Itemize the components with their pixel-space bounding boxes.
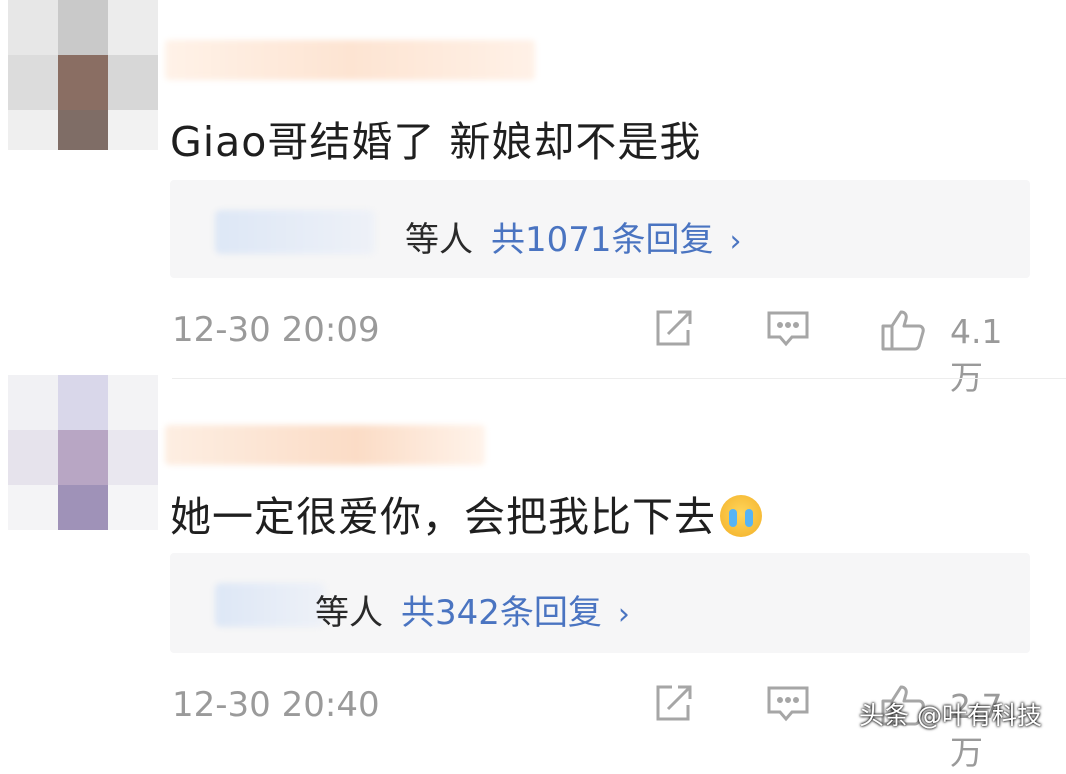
replies-preview[interactable]: 等人 共1071条回复 › xyxy=(170,180,1030,278)
reply-users-blurred xyxy=(215,210,375,254)
avatar[interactable] xyxy=(8,0,158,150)
username-blurred[interactable] xyxy=(165,425,485,465)
avatar[interactable] xyxy=(8,375,158,530)
thumbs-up-icon[interactable] xyxy=(880,308,928,352)
timestamp: 12-30 20:09 xyxy=(172,310,380,350)
share-icon[interactable] xyxy=(652,308,694,350)
comment-footer: 12-30 20:09 4.1万 xyxy=(172,300,1030,397)
comment-icon[interactable] xyxy=(766,683,810,725)
reply-users-suffix: 等人 xyxy=(405,220,473,260)
chevron-right-icon: › xyxy=(617,597,630,632)
reply-summary[interactable]: 等人 共1071条回复 › xyxy=(405,212,742,261)
reply-count-link[interactable]: 共342条回复 xyxy=(401,593,602,633)
comment-text-body: 她一定很爱你，会把我比下去 xyxy=(170,493,716,541)
reply-users-suffix: 等人 xyxy=(315,593,383,633)
timestamp: 12-30 20:40 xyxy=(172,685,380,725)
comment-text: Giao哥结婚了 新娘却不是我 xyxy=(170,118,702,166)
comment-icon[interactable] xyxy=(766,308,810,350)
chevron-right-icon: › xyxy=(729,224,742,259)
reply-summary[interactable]: 等人 共342条回复 › xyxy=(315,585,630,634)
username-blurred[interactable] xyxy=(165,40,535,80)
replies-preview[interactable]: 等人 共342条回复 › xyxy=(170,553,1030,653)
comment-item: Giao哥结婚了 新娘却不是我 等人 共1071条回复 › 12-30 20:09 … xyxy=(0,0,1066,397)
reply-count-link[interactable]: 共1071条回复 xyxy=(491,220,714,260)
crying-face-icon xyxy=(720,495,762,537)
comment-text: 她一定很爱你，会把我比下去 xyxy=(170,483,762,543)
reply-users-blurred xyxy=(215,583,325,627)
comment-item: 她一定很爱你，会把我比下去 等人 共342条回复 › 12-30 20:40 2.7… xyxy=(0,375,1066,772)
watermark: 头条 @叶有科技 xyxy=(859,701,1042,730)
share-icon[interactable] xyxy=(652,683,694,725)
